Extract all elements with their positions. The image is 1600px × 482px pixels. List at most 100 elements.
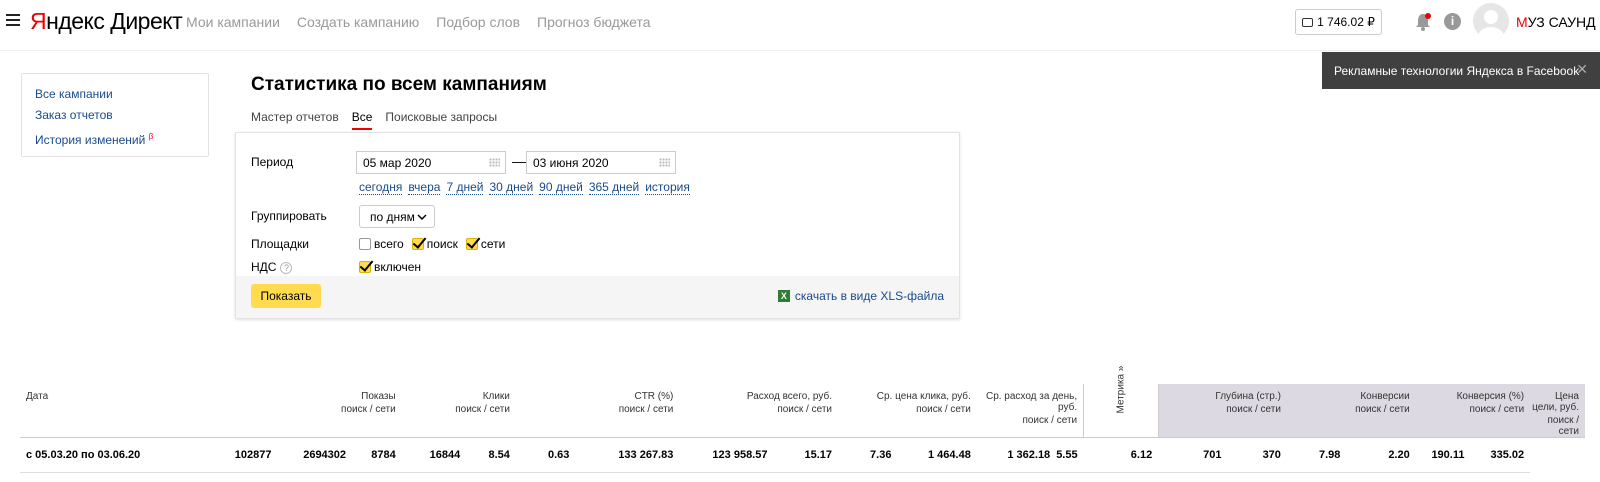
beta-badge: β — [148, 132, 154, 141]
nav-budget-forecast[interactable]: Прогноз бюджета — [537, 14, 651, 30]
stats-table: Дата Показы поиск / сети Клики поиск / сет… — [20, 366, 1585, 473]
date-range-dash: — — [512, 153, 526, 169]
calendar-icon — [659, 158, 670, 167]
date-from-input[interactable]: 05 мар 2020 — [356, 151, 506, 174]
vat-included-label: включен — [374, 260, 422, 274]
vat-label: НДС? — [251, 260, 293, 274]
vat-included-checkbox[interactable] — [359, 261, 371, 273]
nav-create-campaign[interactable]: Создать кампанию — [297, 14, 419, 30]
panel-footer: Показать X скачать в виде XLS-файла — [236, 276, 959, 318]
tabs: Мастер отчетов Все Поисковые запросы — [251, 110, 497, 130]
cell-value: 7.36 — [837, 437, 898, 473]
period-history-link[interactable]: история — [645, 180, 690, 195]
cell-value: 15.17 — [773, 437, 838, 473]
info-icon[interactable]: i — [1444, 13, 1461, 30]
period-365days-link[interactable]: 365 дней — [588, 180, 640, 195]
cell-value: 102877 — [217, 437, 278, 473]
period-today-link[interactable]: сегодня — [359, 180, 403, 195]
toast-text: Рекламные технологии Яндекса в Facebook — [1334, 64, 1580, 78]
col-date[interactable]: Дата — [20, 384, 278, 438]
sites-label: Площадки — [251, 237, 309, 251]
col-avg-daily-spend[interactable]: Ср. расход за день, руб. поиск / сети — [976, 384, 1084, 438]
site-network-label: сети — [480, 237, 506, 251]
cell-metrika: 7.98 — [1286, 437, 1347, 473]
balance-amount: 1 746.02 ₽ — [1317, 15, 1375, 29]
group-by-select[interactable]: по дням — [359, 205, 435, 228]
download-xls-link[interactable]: X скачать в виде XLS-файла — [777, 289, 944, 303]
nav-word-selection[interactable]: Подбор слов — [436, 14, 520, 30]
balance-button[interactable]: 1 746.02 ₽ — [1295, 9, 1382, 35]
cell-metrika: 335.02 — [1470, 437, 1531, 473]
cell-value: 0.63 — [515, 437, 576, 473]
col-conversion-rate[interactable]: Конверсия (%) поиск / сети — [1415, 384, 1531, 438]
report-settings-panel: Период 05 мар 2020 — 03 июня 2020 сегодн… — [235, 132, 960, 319]
cell-metrika: 5.55 — [1056, 437, 1084, 473]
cell-value: 8784 — [352, 437, 402, 473]
col-impressions[interactable]: Показы поиск / сети — [277, 384, 402, 438]
help-icon[interactable]: ? — [280, 262, 293, 274]
col-goal-cost[interactable]: Цена цели, руб. поиск / сети — [1530, 384, 1585, 438]
cell-metrika: 370 — [1227, 437, 1287, 473]
row-date: с 05.03.20 по 03.06.20 — [20, 437, 218, 473]
show-button[interactable]: Показать — [251, 284, 321, 308]
cell-metrika: 2.20 — [1346, 437, 1416, 473]
site-all-checkbox[interactable] — [359, 238, 371, 250]
col-ctr[interactable]: CTR (%) поиск / сети — [515, 384, 680, 438]
site-search-label: поиск — [426, 237, 458, 251]
cell-value: 8.54 — [466, 437, 516, 473]
tab-report-wizard[interactable]: Мастер отчетов — [251, 110, 339, 130]
col-depth[interactable]: Глубина (стр.) поиск / сети — [1158, 384, 1287, 438]
menu-icon[interactable] — [6, 14, 20, 28]
sidebar: Все кампании Заказ отчетов История измен… — [21, 73, 209, 157]
col-avg-cpc[interactable]: Ср. цена клика, руб. поиск / сети — [837, 384, 977, 438]
header-divider — [0, 50, 1600, 51]
quick-period-links: сегодня вчера 7 дней 30 дней 90 дней 365… — [359, 180, 690, 195]
wallet-icon — [1302, 17, 1314, 27]
chevron-down-icon — [417, 214, 427, 221]
table-header-row: Дата Показы поиск / сети Клики поиск / сет… — [20, 366, 1585, 438]
vat-checkbox-row: включен — [359, 260, 421, 274]
group-label: Группировать — [251, 209, 327, 223]
sidebar-item-change-history[interactable]: История изменений β — [35, 126, 195, 151]
col-conversions[interactable]: Конверсии поиск / сети — [1286, 384, 1416, 438]
cell-value: 16844 — [401, 437, 467, 473]
cell-metrika: 190.11 — [1415, 437, 1471, 473]
table-row: с 05.03.20 по 03.06.20 102877 2694302 87… — [20, 437, 1585, 473]
top-nav: Мои кампании Создать кампанию Подбор сло… — [186, 14, 651, 30]
sidebar-item-order-reports[interactable]: Заказ отчетов — [35, 105, 195, 126]
col-total-spend[interactable]: Расход всего, руб. поиск / сети — [679, 384, 838, 438]
avatar[interactable] — [1473, 3, 1509, 39]
excel-icon: X — [777, 290, 790, 302]
cell-metrika: 6.12 — [1083, 437, 1159, 473]
site-network-checkbox[interactable] — [465, 238, 478, 250]
tab-all[interactable]: Все — [351, 110, 373, 130]
col-clicks[interactable]: Клики поиск / сети — [401, 384, 516, 438]
facebook-promo-toast[interactable]: Рекламные технологии Яндекса в Facebook … — [1322, 52, 1600, 89]
close-icon[interactable]: ✕ — [1576, 61, 1588, 78]
cell-value: 123 958.57 — [679, 437, 774, 473]
cell-value: 2694302 — [277, 437, 353, 473]
yandex-direct-logo[interactable]: Яндекс Директ — [30, 8, 183, 35]
metrika-toggle[interactable]: Метрика » — [1083, 366, 1159, 438]
calendar-icon — [489, 158, 500, 167]
period-90days-link[interactable]: 90 дней — [539, 180, 583, 195]
top-header: Яндекс Директ Мои кампании Создать кампа… — [0, 0, 1600, 46]
site-all-label: всего — [374, 237, 404, 251]
date-to-input[interactable]: 03 июня 2020 — [526, 151, 676, 174]
username[interactable]: МУЗ САУНД — [1516, 14, 1596, 30]
page-title: Статистика по всем кампаниям — [251, 74, 547, 95]
notifications-bell-icon[interactable] — [1413, 12, 1433, 32]
cell-metrika: 701 — [1158, 437, 1228, 473]
cell-value: 1 464.48 — [897, 437, 977, 473]
nav-my-campaigns[interactable]: Мои кампании — [186, 14, 280, 30]
sidebar-item-all-campaigns[interactable]: Все кампании — [35, 84, 195, 105]
sites-checkboxes: всего поиск сети — [359, 237, 505, 251]
site-search-checkbox[interactable] — [411, 238, 424, 250]
cell-value: 1 362.18 — [976, 437, 1057, 473]
period-30days-link[interactable]: 30 дней — [489, 180, 534, 195]
cell-value: 133 267.83 — [575, 437, 680, 473]
period-7days-link[interactable]: 7 дней — [446, 180, 484, 195]
period-label: Период — [251, 155, 294, 169]
period-yesterday-link[interactable]: вчера — [408, 180, 441, 195]
tab-search-queries[interactable]: Поисковые запросы — [385, 110, 497, 130]
